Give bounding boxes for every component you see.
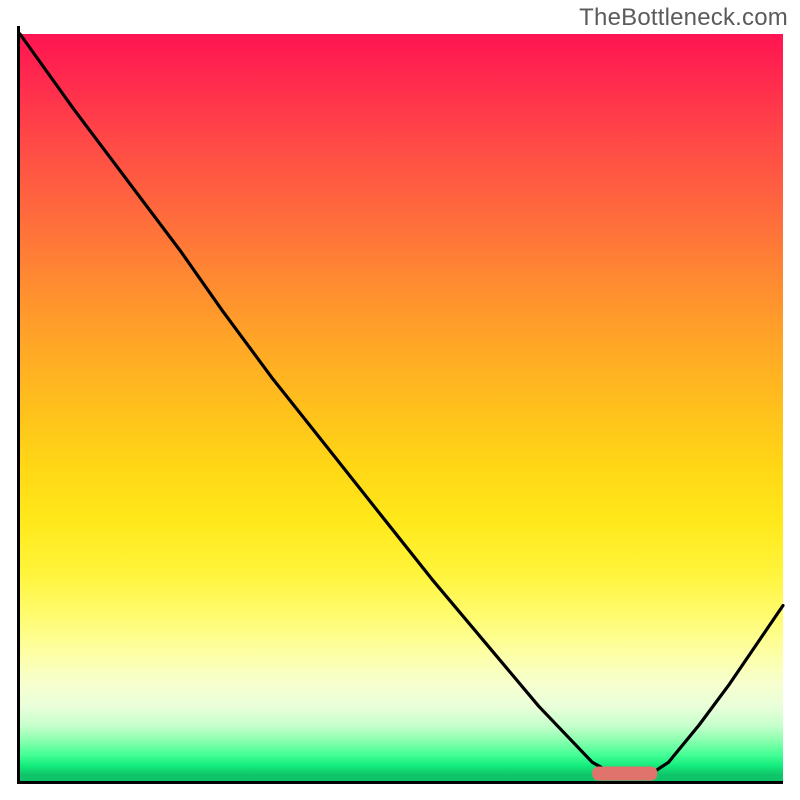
watermark-text: TheBottleneck.com — [579, 4, 788, 32]
chart-stage: TheBottleneck.com — [0, 0, 800, 800]
axes-frame — [17, 26, 783, 784]
